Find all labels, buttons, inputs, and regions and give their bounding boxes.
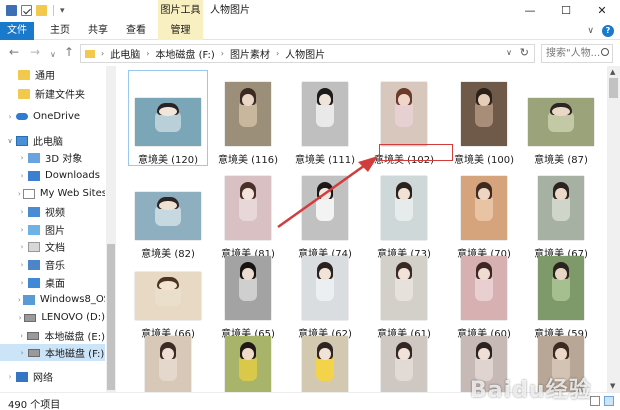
scroll-up-icon[interactable]: ▲ [610,68,615,76]
annotation-arrow [277,156,378,229]
item-count: 490 个项目 [8,400,61,410]
scroll-down-icon[interactable]: ▼ [610,382,615,390]
large-icons-view-icon[interactable] [604,396,614,406]
watermark: Baidu经验 [470,378,592,403]
content-scroll-thumb[interactable] [609,78,618,98]
content-scrollbar[interactable]: ▲ ▼ [607,66,620,392]
